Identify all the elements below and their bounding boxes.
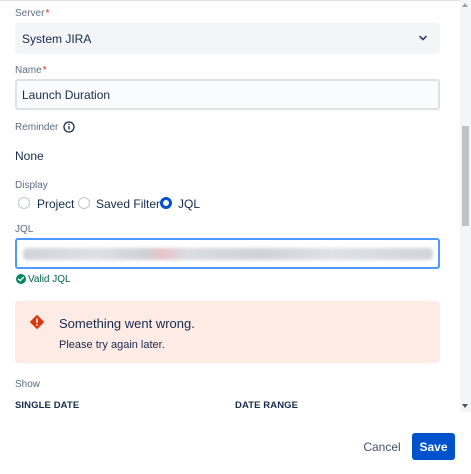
- check-circle-icon: [16, 274, 26, 284]
- scrollbar-thumb[interactable]: [462, 126, 469, 226]
- radio-project-label[interactable]: Project: [37, 197, 74, 211]
- radio-saved-filter-label[interactable]: Saved Filter: [96, 197, 160, 211]
- show-label: Show: [15, 379, 41, 390]
- single-date-column-header: SINGLE DATE: [15, 400, 80, 411]
- radio-project[interactable]: [18, 197, 30, 209]
- error-title: Something went wrong.: [59, 316, 195, 331]
- reminder-value: None: [15, 149, 44, 163]
- jql-input[interactable]: [15, 238, 440, 269]
- error-message: Please try again later.: [59, 339, 165, 351]
- scroll-down-arrow-icon[interactable]: [462, 404, 468, 408]
- warning-icon: [30, 315, 44, 329]
- name-label: Name*: [15, 65, 47, 76]
- error-message-panel: Something went wrong. Please try again l…: [15, 301, 440, 363]
- jql-label: JQL: [15, 224, 34, 235]
- radio-jql[interactable]: [160, 197, 172, 209]
- server-select[interactable]: System JIRA: [15, 23, 440, 54]
- jql-query-redacted: [23, 248, 433, 260]
- server-label: Server*: [15, 8, 50, 19]
- reminder-label: Reminder: [15, 122, 59, 133]
- info-icon[interactable]: [63, 121, 75, 133]
- radio-saved-filter[interactable]: [78, 197, 90, 209]
- vertical-scrollbar[interactable]: [460, 0, 471, 412]
- radio-jql-label[interactable]: JQL: [178, 197, 200, 211]
- create-gadget-dialog: Server* System JIRA Name* Launch Duratio…: [0, 0, 471, 474]
- server-select-value: System JIRA: [22, 32, 92, 46]
- name-input[interactable]: Launch Duration: [15, 79, 440, 110]
- display-label: Display: [15, 180, 48, 191]
- valid-jql-text: Valid JQL: [28, 274, 71, 285]
- top-divider: [0, 0, 460, 1]
- form-scroll-area[interactable]: Server* System JIRA Name* Launch Duratio…: [0, 0, 460, 412]
- date-range-column-header: DATE RANGE: [235, 400, 299, 411]
- required-mark: *: [45, 8, 50, 19]
- scroll-up-arrow-icon[interactable]: [462, 3, 468, 7]
- name-input-value: Launch Duration: [22, 88, 111, 102]
- dialog-footer: Cancel Save: [0, 412, 471, 474]
- cancel-button[interactable]: Cancel: [357, 434, 407, 460]
- save-button[interactable]: Save: [412, 433, 455, 460]
- chevron-down-icon: [419, 35, 427, 41]
- required-mark: *: [42, 65, 47, 76]
